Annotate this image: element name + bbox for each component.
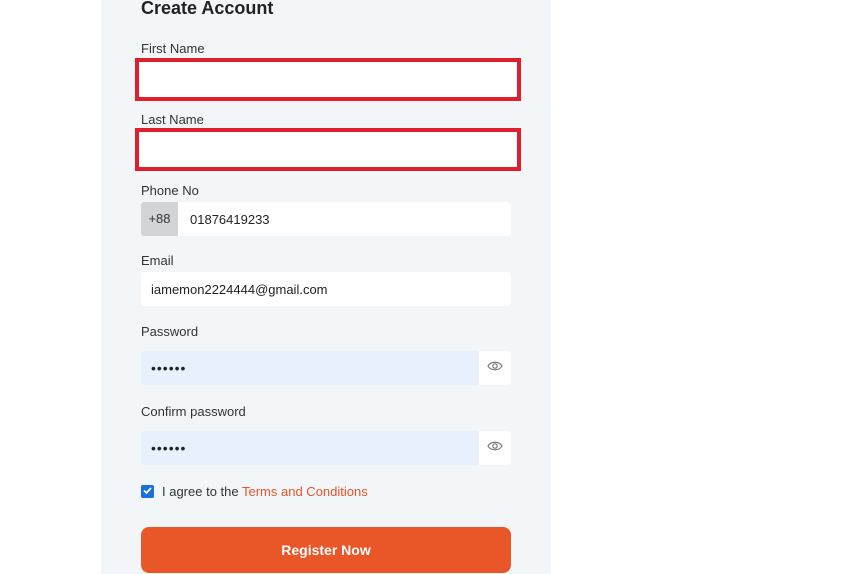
password-visibility-toggle[interactable] — [479, 351, 511, 385]
country-code-prefix: +88 — [141, 202, 178, 236]
register-button[interactable]: Register Now — [141, 527, 511, 573]
agree-text: I agree to the — [162, 484, 242, 499]
terms-checkbox[interactable] — [141, 485, 154, 498]
last-name-field[interactable] — [135, 128, 521, 171]
terms-agreement: I agree to the Terms and Conditions — [162, 484, 368, 500]
form-title: Create Account — [141, 0, 274, 18]
check-icon — [142, 483, 153, 501]
confirm-password-visibility-toggle[interactable] — [479, 431, 511, 465]
page: Create Account First Name Last Name Phon… — [0, 0, 859, 574]
eye-icon — [487, 359, 503, 377]
phone-field[interactable] — [178, 202, 511, 236]
password-field[interactable] — [141, 351, 479, 385]
first-name-label: First Name — [141, 41, 205, 56]
email-label: Email — [141, 253, 174, 268]
confirm-password-field[interactable] — [141, 431, 479, 465]
password-label: Password — [141, 324, 199, 339]
last-name-label: Last Name — [141, 112, 204, 127]
first-name-field[interactable] — [135, 58, 521, 101]
email-field[interactable] — [141, 272, 511, 306]
terms-link[interactable]: Terms and Conditions — [242, 484, 368, 499]
eye-icon — [487, 439, 503, 457]
confirm-password-label: Confirm password — [141, 404, 246, 419]
phone-label: Phone No — [141, 183, 199, 198]
